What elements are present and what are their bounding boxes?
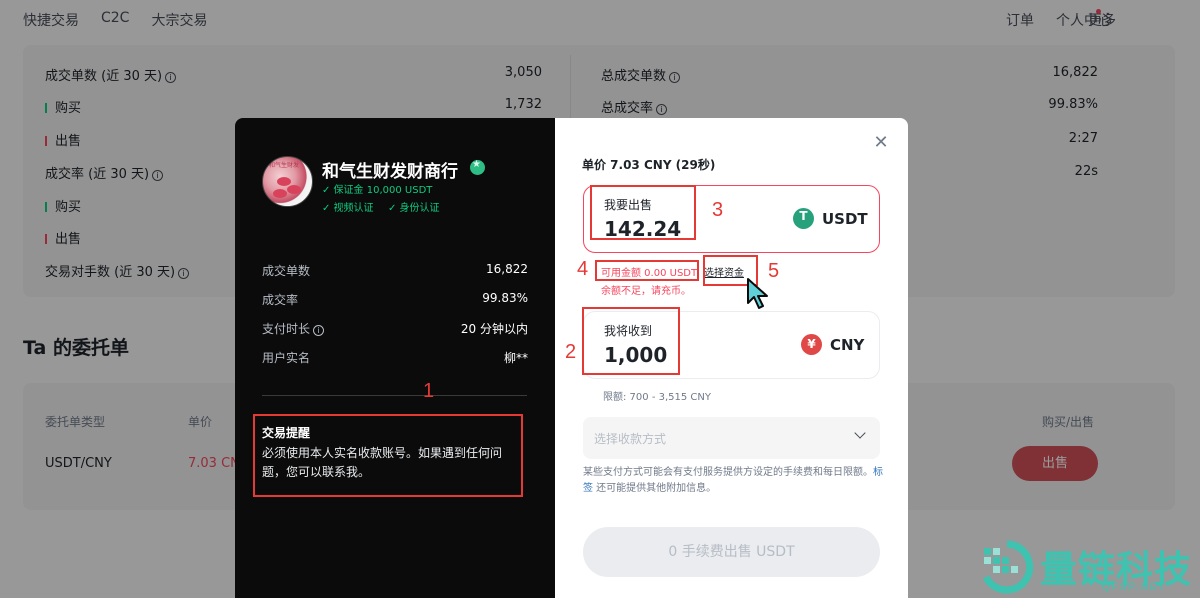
merchant-stat-value: 99.83% [482, 291, 528, 305]
insufficient-warning: 余额不足，请充币。 [601, 286, 691, 297]
annotation-number-1: 1 [423, 380, 435, 402]
annotation-number-4: 4 [577, 258, 589, 280]
annotation-box-3 [590, 185, 696, 240]
merchant-stat-value: 柳** [503, 351, 528, 365]
watermark-subtext: QFSP.NET [1102, 582, 1167, 593]
sell-submit-button[interactable]: 0 手续费出售 USDT [583, 527, 880, 577]
verified-badge-icon [470, 159, 485, 175]
close-icon[interactable]: ✕ [872, 134, 890, 152]
merchant-name: 和气生财发财商行 [322, 162, 458, 182]
divider [262, 395, 527, 396]
payment-method-select[interactable]: 选择收款方式 [583, 417, 880, 459]
annotation-number-2: 2 [565, 341, 577, 363]
annotation-box-2 [582, 307, 680, 375]
id-verify-badge: ✓ 身份认证 [388, 203, 440, 214]
merchant-stat-label: 支付时长 i [262, 320, 325, 337]
merchant-stat-label: 成交单数 [262, 264, 311, 278]
annotation-box-4 [595, 260, 699, 281]
watermark-logo-icon [982, 540, 1034, 594]
sell-coin: USDT [822, 210, 868, 228]
deposit-badge: ✓ 保证金 10,000 USDT [322, 185, 433, 196]
fine-print: 某些支付方式可能会有支付服务提供方设定的手续费和每日限额。标签 还可能提供其他附… [583, 467, 883, 494]
video-verify-badge: ✓ 视频认证 [322, 203, 374, 214]
limit-text: 限额: 700 - 3,515 CNY [603, 392, 711, 403]
merchant-avatar: 和气生财发 [262, 156, 313, 207]
annotation-number-3: 3 [712, 199, 724, 221]
merchant-stat-value: 16,822 [486, 262, 528, 276]
payment-placeholder: 选择收款方式 [594, 432, 667, 446]
mouse-cursor-icon [747, 278, 768, 309]
merchant-stat-value: 20 分钟以内 [460, 322, 528, 336]
cny-icon: ¥ [801, 334, 822, 355]
merchant-stat-label: 用户实名 [262, 351, 311, 365]
merchant-stat-label: 成交率 [262, 293, 299, 307]
watermark: 量链科技 QFSP.NET [980, 538, 1200, 598]
info-icon: i [313, 325, 325, 336]
unit-price: 单价 7.03 CNY (29秒) [582, 158, 716, 172]
receive-coin: CNY [830, 336, 865, 354]
usdt-icon [793, 208, 814, 229]
chevron-down-icon [854, 427, 866, 439]
annotation-box-1 [253, 414, 523, 497]
